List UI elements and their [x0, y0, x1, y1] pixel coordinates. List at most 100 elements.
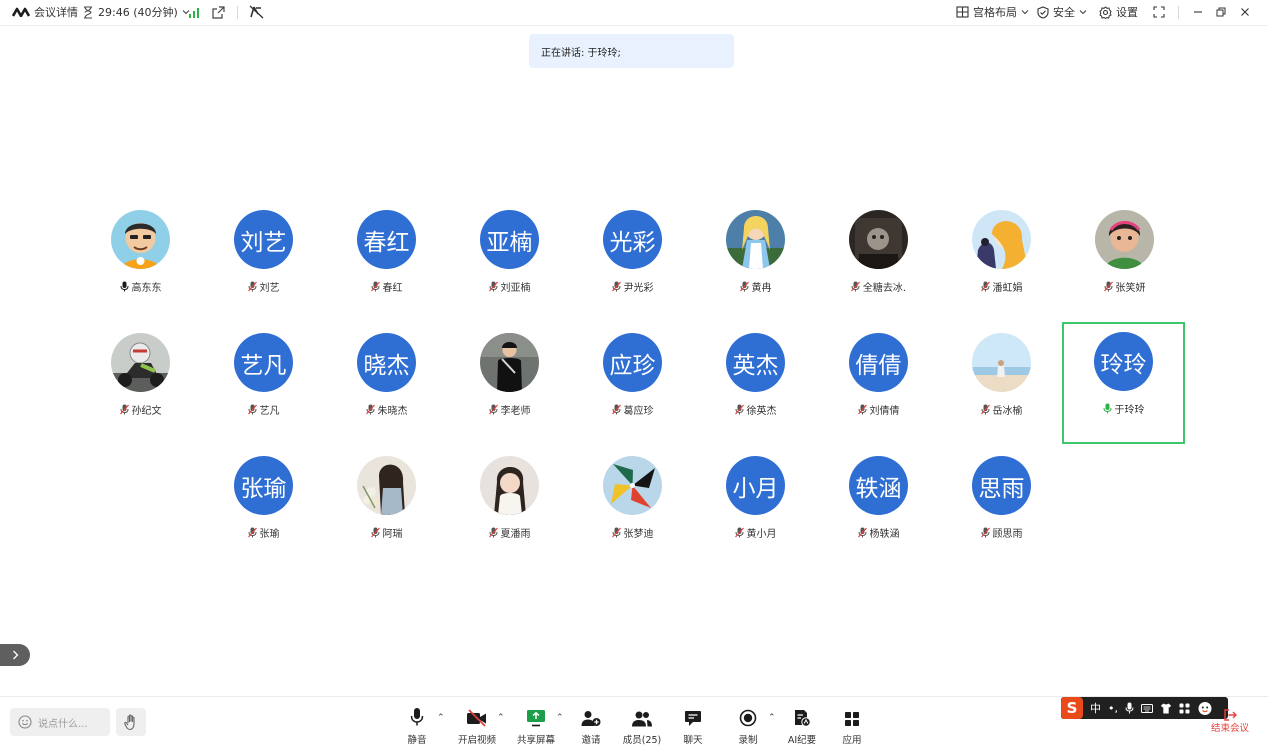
meeting-details-label: 会议详情	[34, 6, 78, 19]
participant-name: 于玲玲	[1114, 404, 1145, 416]
participant-tile[interactable]: 倩倩 刘倩倩	[817, 323, 940, 445]
mic-muted-icon	[980, 281, 990, 292]
video-button[interactable]: 开启视频	[449, 705, 505, 749]
mute-options-caret[interactable]: ⌃	[437, 713, 445, 723]
participant-tile[interactable]: 夏潘雨	[448, 446, 571, 568]
mic-muted-icon	[857, 527, 867, 538]
participant-tile[interactable]: 亚楠 刘亚楠	[448, 200, 571, 322]
participant-tile[interactable]: 潘虹娟	[940, 200, 1063, 322]
ime-mic-icon[interactable]	[1125, 702, 1134, 714]
popout-icon[interactable]	[212, 0, 225, 24]
participant-name-line: 高东东	[79, 278, 202, 294]
ime-lang[interactable]: 中	[1090, 700, 1101, 716]
participant-tile[interactable]: 张梦迪	[571, 446, 694, 568]
signal-icon[interactable]	[188, 0, 201, 24]
add-user-icon	[581, 711, 601, 726]
avatar	[849, 210, 908, 269]
video-label: 开启视频	[457, 735, 496, 746]
say-something-input[interactable]: 说点什么...	[10, 708, 110, 736]
avatar	[357, 456, 416, 515]
close-icon[interactable]	[1240, 0, 1250, 24]
record-button[interactable]: 录制	[720, 705, 776, 749]
mic-speaking-icon	[1103, 403, 1112, 414]
minimize-icon[interactable]	[1193, 0, 1203, 24]
mic-muted-icon	[247, 281, 257, 292]
participant-tile[interactable]: 思雨 顾思雨	[940, 446, 1063, 568]
mute-button[interactable]: 静音	[389, 705, 445, 749]
members-button[interactable]: 成员(25)	[614, 705, 670, 749]
participant-tile[interactable]: 春红 春红	[325, 200, 448, 322]
participant-tile[interactable]: 英杰 徐英杰	[694, 323, 817, 445]
participant-tile[interactable]: 张瑜 张瑜	[202, 446, 325, 568]
participant-name-line: 孙纪文	[79, 401, 202, 417]
participant-tile[interactable]: 光彩 尹光彩	[571, 200, 694, 322]
apps-button[interactable]: 应用	[824, 705, 880, 749]
participant-name-line: 潘虹娟	[940, 278, 1063, 294]
annotation-off-icon[interactable]	[249, 0, 264, 24]
share-screen-button[interactable]: 共享屏幕	[508, 705, 564, 749]
mic-muted-icon	[488, 281, 498, 292]
participant-tile[interactable]: 高东东	[79, 200, 202, 322]
participant-tile[interactable]: 小月 黄小月	[694, 446, 817, 568]
participant-tile[interactable]: 阿瑞	[325, 446, 448, 568]
settings-button[interactable]: 设置	[1099, 0, 1138, 24]
ai-notes-label: AI纪要	[787, 735, 817, 746]
smile-icon	[18, 715, 32, 729]
meeting-details-button[interactable]: 会议详情	[12, 0, 78, 24]
expand-sidebar-button[interactable]	[0, 644, 30, 666]
mic-muted-icon	[611, 527, 621, 538]
shirt-icon[interactable]	[1160, 703, 1172, 714]
participant-tile[interactable]: 孙纪文	[79, 323, 202, 445]
participant-name-line: 阿瑞	[325, 524, 448, 540]
participant-name: 葛应珍	[623, 405, 654, 417]
participant-name-line: 刘倩倩	[817, 401, 940, 417]
participant-tile[interactable]: 玲玲 于玲玲	[1062, 322, 1185, 444]
share-screen-icon	[527, 710, 545, 727]
security-button[interactable]: 安全	[1037, 0, 1087, 24]
ime-toolbar[interactable]: S 中 •,	[1061, 697, 1228, 719]
top-bar: 会议详情 29:46 (40分钟) 宫格布局 安全 设置	[0, 0, 1268, 26]
chat-button[interactable]: 聊天	[665, 705, 721, 749]
mic-muted-icon	[734, 404, 744, 415]
raise-hand-button[interactable]	[116, 708, 146, 736]
chevron-right-icon	[12, 650, 18, 660]
participant-tile[interactable]: 轶涵 杨轶涵	[817, 446, 940, 568]
participant-tile[interactable]: 艺凡 艺凡	[202, 323, 325, 445]
participant-name: 全糖去冰.	[862, 282, 907, 294]
participant-name-line: 黄小月	[694, 524, 817, 540]
participant-name-line: 夏潘雨	[448, 524, 571, 540]
video-options-caret[interactable]: ⌃	[497, 713, 505, 723]
invite-button[interactable]: 邀请	[563, 705, 619, 749]
mic-muted-icon	[488, 527, 498, 538]
divider	[237, 6, 238, 19]
restore-icon[interactable]	[1216, 0, 1226, 24]
fullscreen-icon[interactable]	[1153, 0, 1165, 24]
participant-tile[interactable]: 晓杰 朱晓杰	[325, 323, 448, 445]
keyboard-icon[interactable]	[1141, 703, 1153, 713]
mic-muted-icon	[980, 527, 990, 538]
participant-name: 刘倩倩	[869, 405, 900, 417]
participant-tile[interactable]: 黄冉	[694, 200, 817, 322]
grid-layout-button[interactable]: 宫格布局	[956, 0, 1029, 24]
meeting-window: 会议详情 29:46 (40分钟) 宫格布局 安全 设置 正在讲话: 于玲玲; …	[0, 0, 1268, 751]
mic-muted-icon	[488, 404, 498, 415]
participant-tile[interactable]: 岳冰榆	[940, 323, 1063, 445]
participant-tile[interactable]: 全糖去冰.	[817, 200, 940, 322]
avatar	[972, 333, 1031, 392]
participant-name: 杨轶涵	[869, 528, 900, 540]
avatar: 小月	[726, 456, 785, 515]
apps-label: 应用	[842, 735, 862, 746]
meeting-timer[interactable]: 29:46 (40分钟)	[82, 0, 190, 24]
participant-name: 张瑜	[259, 528, 280, 540]
ai-notes-button[interactable]: AI纪要	[774, 705, 830, 749]
participant-tile[interactable]: 张笑妍	[1063, 200, 1186, 322]
participant-tile[interactable]: 李老师	[448, 323, 571, 445]
end-meeting-button[interactable]: 结束会议	[1208, 705, 1252, 745]
ime-punct[interactable]: •,	[1108, 702, 1118, 715]
avatar	[480, 456, 539, 515]
participant-tile[interactable]: 应珍 葛应珍	[571, 323, 694, 445]
grid-menu-icon[interactable]	[1179, 703, 1190, 714]
participant-name-line: 于玲玲	[1064, 400, 1183, 416]
participant-tile[interactable]: 刘艺 刘艺	[202, 200, 325, 322]
participant-name: 高东东	[131, 282, 162, 294]
